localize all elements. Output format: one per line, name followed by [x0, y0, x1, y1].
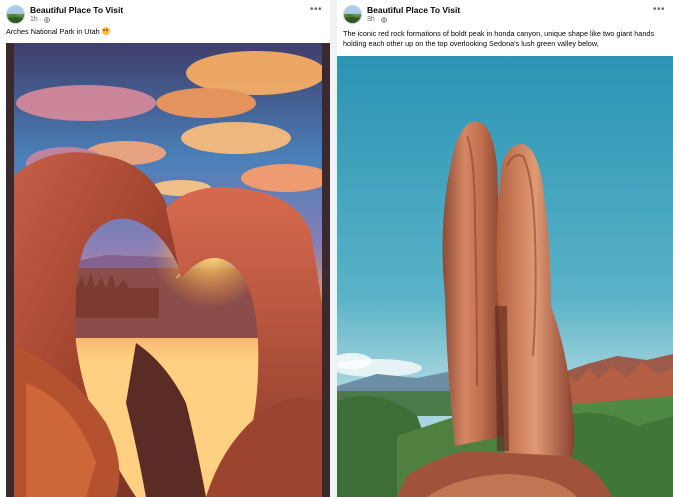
- page-name[interactable]: Beautiful Place To Visit: [30, 5, 123, 15]
- post-card: Beautiful Place To Visit 3h · ••• The ic…: [337, 0, 673, 497]
- post-header: Beautiful Place To Visit 3h · •••: [337, 0, 673, 28]
- more-options-button[interactable]: •••: [310, 5, 322, 15]
- post-caption: The iconic red rock formations of boldt …: [343, 29, 665, 49]
- globe-icon: [44, 16, 51, 23]
- page-name[interactable]: Beautiful Place To Visit: [367, 5, 460, 15]
- meta-separator: ·: [376, 16, 380, 23]
- post-card: Beautiful Place To Visit 1h · ••• Arches…: [0, 0, 330, 497]
- post-photo[interactable]: [6, 43, 330, 497]
- post-photo[interactable]: [337, 56, 673, 497]
- post-meta: 3h ·: [367, 16, 388, 23]
- post-time[interactable]: 3h: [367, 16, 375, 23]
- post-time[interactable]: 1h: [30, 16, 38, 23]
- more-options-button[interactable]: •••: [653, 5, 665, 15]
- post-caption: Arches National Park in Utah: [6, 27, 322, 37]
- globe-icon: [381, 16, 388, 23]
- meta-separator: ·: [39, 16, 43, 23]
- heart-eyes-emoji-icon: [101, 27, 110, 35]
- page-avatar[interactable]: [6, 5, 25, 24]
- caption-text: Arches National Park in Utah: [6, 27, 100, 36]
- post-header: Beautiful Place To Visit 1h · •••: [0, 0, 330, 28]
- page-avatar[interactable]: [343, 5, 362, 24]
- caption-text: The iconic red rock formations of boldt …: [343, 29, 655, 48]
- post-meta: 1h ·: [30, 16, 51, 23]
